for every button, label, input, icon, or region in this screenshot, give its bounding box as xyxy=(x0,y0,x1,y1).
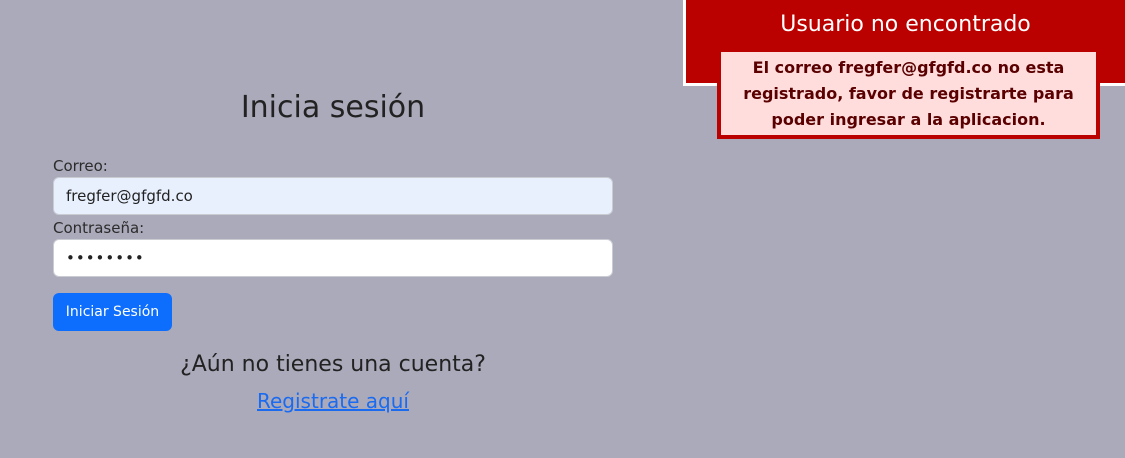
password-label: Contraseña: xyxy=(53,219,145,237)
email-input[interactable] xyxy=(53,177,613,215)
alert-message: El correo fregfer@gfgfd.co no esta regis… xyxy=(743,57,1074,129)
alert-message-box: El correo fregfer@gfgfd.co no esta regis… xyxy=(717,50,1100,139)
password-input[interactable] xyxy=(53,239,613,277)
login-button[interactable]: Iniciar Sesión xyxy=(53,293,172,331)
login-form: Inicia sesión Correo: Contraseña: Inicia… xyxy=(53,0,613,458)
register-link-wrapper: Registrate aquí xyxy=(53,387,613,415)
page-title: Inicia sesión xyxy=(240,90,426,125)
register-link[interactable]: Registrate aquí xyxy=(257,389,409,413)
no-account-text: ¿Aún no tienes una cuenta? xyxy=(180,352,486,377)
alert-title: Usuario no encontrado xyxy=(780,12,1031,37)
email-label: Correo: xyxy=(53,157,108,175)
